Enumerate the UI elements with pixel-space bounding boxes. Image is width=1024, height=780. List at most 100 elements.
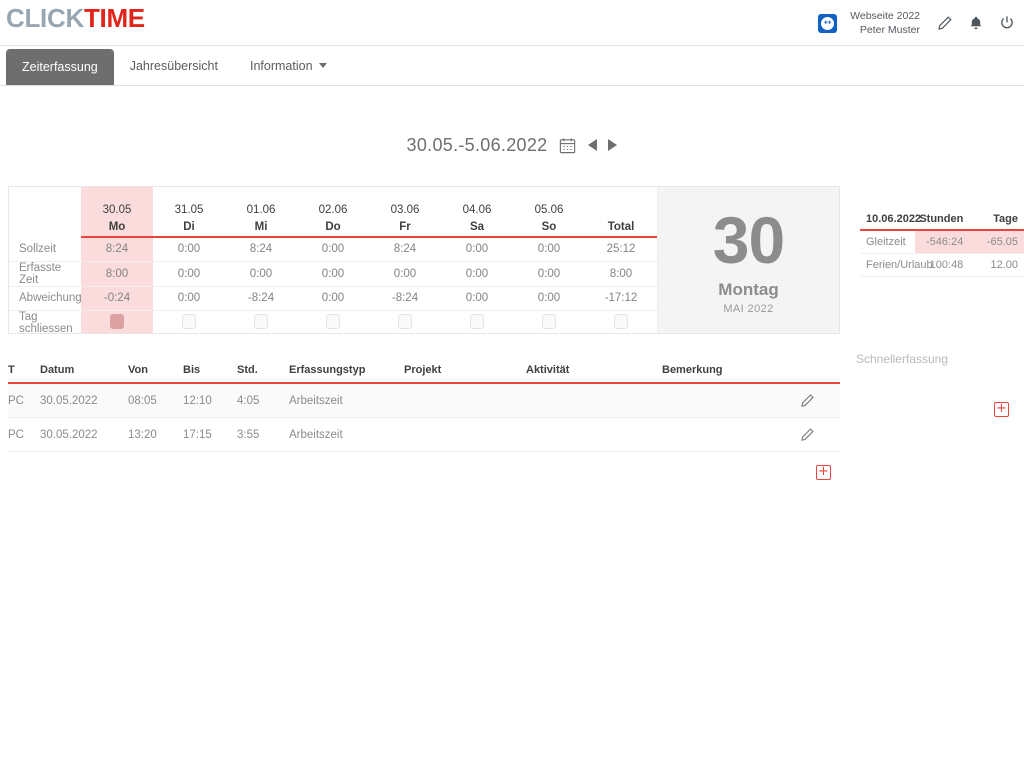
table-row[interactable]: PC 30.05.2022 13:20 17:15 3:55 Arbeitsze… bbox=[8, 417, 840, 452]
entry-1-t: PC bbox=[8, 417, 40, 452]
tag-schliessen-checkbox-6[interactable] bbox=[542, 313, 556, 329]
week-header-day-4-date: 03.06 bbox=[390, 204, 420, 216]
balance-row-gleitzeit-label: Gleitzeit bbox=[860, 230, 915, 254]
week-row-sollzeit-day-1: 0:00 bbox=[153, 237, 225, 262]
week-row-sollzeit-label: Sollzeit bbox=[9, 237, 81, 262]
app-logo[interactable]: CLICKTIME bbox=[6, 3, 145, 34]
week-header-day-2-date: 01.06 bbox=[246, 204, 276, 216]
week-header-day-0: 30.05 Mo bbox=[81, 187, 153, 238]
week-row-sollzeit-day-0: 8:24 bbox=[81, 237, 153, 262]
tab-information-label: Information bbox=[249, 58, 313, 73]
tag-schliessen-checkbox-4[interactable] bbox=[398, 313, 412, 329]
week-summary-table: 30.05 Mo 31.05 Di 01.06 Mi 02.06 Do 03.0… bbox=[9, 187, 657, 333]
user-info[interactable]: Webseite 2022 Peter Muster bbox=[850, 9, 920, 37]
entry-0-aktivitaet bbox=[526, 383, 662, 418]
tab-zeiterfassung[interactable]: Zeiterfassung bbox=[6, 49, 114, 85]
balance-table: 10.06.2022 Stunden Tage Gleitzeit -546:2… bbox=[860, 213, 1024, 277]
balance-row-ferien-urlaub-tage: 12.00 bbox=[969, 253, 1024, 277]
tag-schliessen-checkbox-total[interactable] bbox=[614, 313, 628, 329]
balance-row-ferien-urlaub-label: Ferien/Urlaub bbox=[860, 253, 933, 277]
selected-day-number: 30 bbox=[712, 203, 785, 278]
entry-1-typ: Arbeitszeit bbox=[289, 417, 404, 452]
entry-1-actions bbox=[800, 417, 840, 452]
week-header-day-6-weekday: So bbox=[541, 221, 557, 233]
teamviewer-icon-ring: ↔ bbox=[821, 16, 835, 30]
week-row-abweichung-total: -17:12 bbox=[585, 286, 657, 311]
tag-schliessen-checkbox-3[interactable] bbox=[326, 313, 340, 329]
entry-1-std: 3:55 bbox=[237, 417, 289, 452]
tag-schliessen-cell-4 bbox=[369, 310, 441, 333]
week-row-sollzeit-day-6: 0:00 bbox=[513, 237, 585, 262]
week-row-erfasste-zeit-label: Erfasste Zeit bbox=[9, 261, 81, 287]
schnellerfassung-title: Schnellerfassung bbox=[855, 352, 948, 366]
week-row-abweichung: Abweichung -0:24 0:00 -8:24 0:00 -8:24 0… bbox=[9, 286, 657, 311]
week-row-tag-schliessen: Tag schliessen bbox=[9, 310, 657, 333]
bell-icon[interactable] bbox=[967, 14, 985, 32]
date-navigation: 30.05.-5.06.2022 bbox=[0, 130, 1024, 160]
tab-jahresuebersicht-label: Jahresübersicht bbox=[129, 58, 218, 73]
selected-day-monthyear: MAI 2022 bbox=[723, 302, 774, 315]
balance-row-gleitzeit: Gleitzeit -546:24 -65.05 bbox=[860, 230, 1024, 254]
tag-schliessen-cell-6 bbox=[513, 310, 585, 333]
week-row-erfasste-zeit: Erfasste Zeit 8:00 0:00 0:00 0:00 0:00 0… bbox=[9, 261, 657, 287]
week-row-abweichung-day-6: 0:00 bbox=[513, 286, 585, 311]
week-header-day-3-weekday: Do bbox=[325, 221, 341, 233]
entries-header-bis: Bis bbox=[183, 364, 237, 384]
entries-header-erfassungstyp: Erfassungstyp bbox=[289, 364, 404, 384]
entry-0-datum: 30.05.2022 bbox=[40, 383, 128, 418]
balance-header-tage: Tage bbox=[969, 213, 1024, 231]
entry-0-std: 4:05 bbox=[237, 383, 289, 418]
week-header-day-4: 03.06 Fr bbox=[369, 187, 441, 238]
entries-header-bemerkung: Bemerkung bbox=[662, 364, 800, 384]
add-entry-button[interactable]: + bbox=[816, 465, 831, 480]
tab-jahresuebersicht[interactable]: Jahresübersicht bbox=[114, 46, 234, 85]
main-navigation: Zeiterfassung Jahresübersicht Informatio… bbox=[0, 46, 1024, 86]
balance-header-date: 10.06.2022 bbox=[860, 213, 921, 231]
entries-header-actions bbox=[800, 364, 840, 384]
calendar-icon[interactable] bbox=[558, 136, 577, 155]
week-header-day-3-date: 02.06 bbox=[318, 204, 348, 216]
week-row-erfasste-zeit-day-5: 0:00 bbox=[441, 261, 513, 287]
week-header-blank bbox=[9, 187, 81, 237]
entries-header-t: T bbox=[8, 364, 40, 384]
week-row-erfasste-zeit-day-0: 8:00 bbox=[81, 261, 153, 287]
week-row-abweichung-day-0: -0:24 bbox=[81, 286, 153, 311]
entries-header-datum: Datum bbox=[40, 364, 128, 384]
entry-1-aktivitaet bbox=[526, 417, 662, 452]
edit-pencil-icon[interactable] bbox=[936, 14, 954, 32]
table-row[interactable]: PC 30.05.2022 08:05 12:10 4:05 Arbeitsze… bbox=[8, 383, 840, 418]
tag-schliessen-checkbox-1[interactable] bbox=[182, 313, 196, 329]
arrow-left-icon[interactable] bbox=[588, 139, 598, 151]
week-row-abweichung-day-1: 0:00 bbox=[153, 286, 225, 311]
top-header: CLICKTIME ↔ Webseite 2022 Peter Muster bbox=[0, 0, 1024, 46]
week-header-total: Total bbox=[585, 187, 657, 238]
time-entries-section: T Datum Von Bis Std. Erfassungstyp Proje… bbox=[8, 364, 840, 452]
week-row-erfasste-zeit-day-4: 0:00 bbox=[369, 261, 441, 287]
edit-pencil-icon[interactable] bbox=[800, 393, 832, 408]
tag-schliessen-checkbox-5[interactable] bbox=[470, 313, 484, 329]
tab-information[interactable]: Information bbox=[234, 46, 343, 85]
entries-header-row: T Datum Von Bis Std. Erfassungstyp Proje… bbox=[8, 364, 840, 384]
week-header-day-4-weekday: Fr bbox=[399, 221, 411, 233]
week-header-day-1: 31.05 Di bbox=[153, 187, 225, 238]
week-header-day-5-weekday: Sa bbox=[469, 221, 485, 233]
power-icon[interactable] bbox=[998, 14, 1016, 32]
edit-pencil-icon[interactable] bbox=[800, 427, 832, 442]
week-row-erfasste-zeit-day-2: 0:00 bbox=[225, 261, 297, 287]
entries-header-aktivitaet: Aktivität bbox=[526, 364, 662, 384]
tag-schliessen-cell-0 bbox=[81, 310, 153, 333]
tag-schliessen-checkbox-0[interactable] bbox=[110, 313, 124, 329]
week-row-erfasste-zeit-day-3: 0:00 bbox=[297, 261, 369, 287]
tag-schliessen-cell-total bbox=[585, 310, 657, 333]
teamviewer-icon[interactable]: ↔ bbox=[818, 13, 838, 33]
add-quick-entry-button[interactable]: + bbox=[994, 402, 1009, 417]
entry-1-bis: 17:15 bbox=[183, 417, 237, 452]
time-entries-table: T Datum Von Bis Std. Erfassungstyp Proje… bbox=[8, 364, 840, 452]
entry-0-projekt bbox=[404, 383, 526, 418]
header-right-group: ↔ Webseite 2022 Peter Muster bbox=[818, 0, 1016, 46]
entry-0-t: PC bbox=[8, 383, 40, 418]
tag-schliessen-checkbox-2[interactable] bbox=[254, 313, 268, 329]
entry-1-datum: 30.05.2022 bbox=[40, 417, 128, 452]
week-row-erfasste-zeit-day-6: 0:00 bbox=[513, 261, 585, 287]
arrow-right-icon[interactable] bbox=[608, 139, 618, 151]
